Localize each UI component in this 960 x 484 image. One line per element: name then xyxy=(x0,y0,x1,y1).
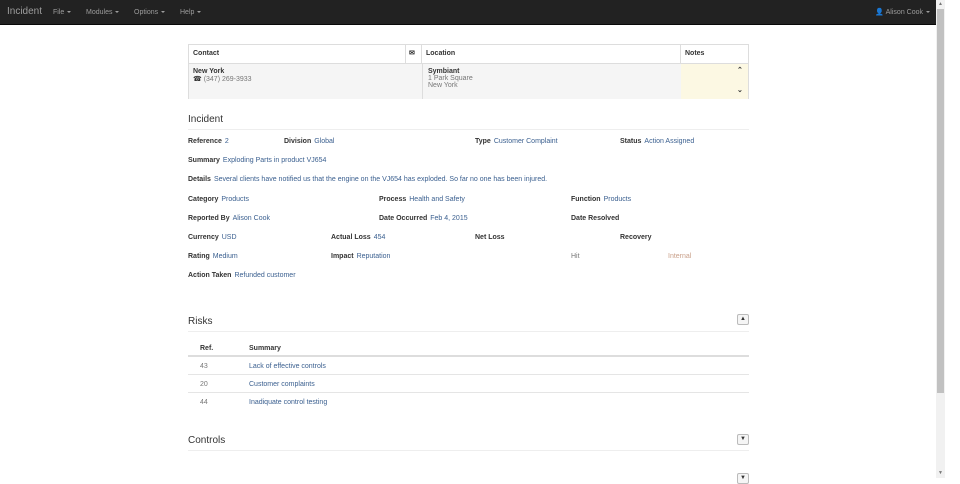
field-function: Function Products xyxy=(571,196,632,203)
notes-cell[interactable] xyxy=(681,63,733,99)
scrollbar[interactable]: ▲ ▼ xyxy=(936,0,945,478)
field-process: Process Health and Safety xyxy=(379,196,465,203)
location-line2: New York xyxy=(428,82,458,89)
chevron-down-icon: ▼ xyxy=(740,436,746,442)
risk-summary[interactable]: Customer complaints xyxy=(249,381,315,388)
menu-label: Options xyxy=(134,9,159,16)
field-reported-by: Reported By Alison Cook xyxy=(188,215,270,222)
notes-nav: ⌃ ⌄ xyxy=(733,63,748,99)
field-action-taken: Action Taken Refunded customer xyxy=(188,272,296,279)
field-summary: Summary Exploding Parts in product VJ654 xyxy=(188,157,327,164)
caret-icon xyxy=(197,11,202,14)
menu-help[interactable]: Help xyxy=(180,9,202,16)
caret-icon xyxy=(67,11,72,14)
field-date-resolved: Date Resolved xyxy=(571,215,620,222)
user-menu[interactable]: 👤 Alison Cook xyxy=(875,8,930,16)
chevron-down-icon: ▼ xyxy=(740,475,746,481)
col-ref: Ref. xyxy=(200,345,214,352)
navbar: Incident File Modules Options Help 👤 Ali… xyxy=(0,0,936,25)
field-recovery: Recovery xyxy=(620,234,652,241)
field-internal: Internal xyxy=(668,253,692,260)
phone-icon: ☎ xyxy=(193,76,202,83)
caret-icon xyxy=(161,11,166,14)
field-impact: Impact Reputation xyxy=(331,253,391,260)
field-details: Details Several clients have notified us … xyxy=(188,176,548,183)
menu-file[interactable]: File xyxy=(53,9,72,16)
risk-ref: 20 xyxy=(200,381,208,388)
col-summary: Summary xyxy=(249,345,281,352)
field-hit: Hit xyxy=(571,253,580,260)
notes-header: Notes xyxy=(685,50,705,57)
table-row[interactable]: 44 Inadiquate control testing xyxy=(188,393,749,411)
menu-label: Help xyxy=(180,9,195,16)
field-date-occurred: Date Occurred Feb 4, 2015 xyxy=(379,215,468,222)
user-name: Alison Cook xyxy=(885,9,923,16)
contact-phone: (347) 269-3933 xyxy=(203,76,252,83)
caret-icon xyxy=(926,11,930,14)
menu-label: Modules xyxy=(86,9,113,16)
contact-card: Contact ✉ Location Notes New York ☎ (347… xyxy=(188,44,749,99)
contact-cell: New York ☎ (347) 269-3933 xyxy=(189,63,422,99)
caret-icon xyxy=(115,11,120,14)
risks-heading: Risks xyxy=(188,316,749,332)
risk-ref: 43 xyxy=(200,363,208,370)
scroll-down-icon[interactable]: ▼ xyxy=(938,470,943,476)
location-cell: Symbiant 1 Park Square New York xyxy=(422,63,681,99)
table-row[interactable]: 20 Customer complaints xyxy=(188,375,749,393)
risk-ref: 44 xyxy=(200,399,208,406)
controls-heading: Controls xyxy=(188,435,749,451)
chevron-up-icon[interactable]: ⌃ xyxy=(737,66,743,74)
risks-collapse-button[interactable]: ▲ xyxy=(737,314,749,325)
incident-heading: Incident xyxy=(188,114,749,130)
envelope-icon[interactable]: ✉ xyxy=(406,45,422,63)
contact-header: Contact xyxy=(189,45,406,63)
field-status: Status Action Assigned xyxy=(620,138,695,145)
field-currency: Currency USD xyxy=(188,234,237,241)
field-category: Category Products xyxy=(188,196,249,203)
risk-summary[interactable]: Inadiquate control testing xyxy=(249,399,327,406)
chevron-down-icon[interactable]: ⌄ xyxy=(737,86,743,94)
field-type: Type Customer Complaint xyxy=(475,138,558,145)
scroll-up-icon[interactable]: ▲ xyxy=(938,1,943,7)
next-section-expand-button[interactable]: ▼ xyxy=(737,473,749,484)
chevron-up-icon: ▲ xyxy=(740,316,746,322)
controls-expand-button[interactable]: ▼ xyxy=(737,434,749,445)
user-icon: 👤 xyxy=(875,9,885,16)
location-header: Location xyxy=(422,45,681,63)
menu-options[interactable]: Options xyxy=(134,9,166,16)
field-net-loss: Net Loss xyxy=(475,234,505,241)
scrollbar-thumb[interactable] xyxy=(937,9,944,393)
risks-table-header: Ref. Summary xyxy=(188,339,749,357)
brand[interactable]: Incident xyxy=(7,6,42,17)
field-division: Division Global xyxy=(284,138,335,145)
field-rating: Rating Medium xyxy=(188,253,238,260)
risk-summary[interactable]: Lack of effective controls xyxy=(249,363,326,370)
location-name: Symbiant xyxy=(428,68,460,75)
field-reference: Reference 2 xyxy=(188,138,229,145)
menu-label: File xyxy=(53,9,65,16)
table-row[interactable]: 43 Lack of effective controls xyxy=(188,357,749,375)
field-actual-loss: Actual Loss 454 xyxy=(331,234,386,241)
menu-modules[interactable]: Modules xyxy=(86,9,120,16)
contact-name: New York xyxy=(193,68,225,75)
location-line1: 1 Park Square xyxy=(428,75,473,82)
